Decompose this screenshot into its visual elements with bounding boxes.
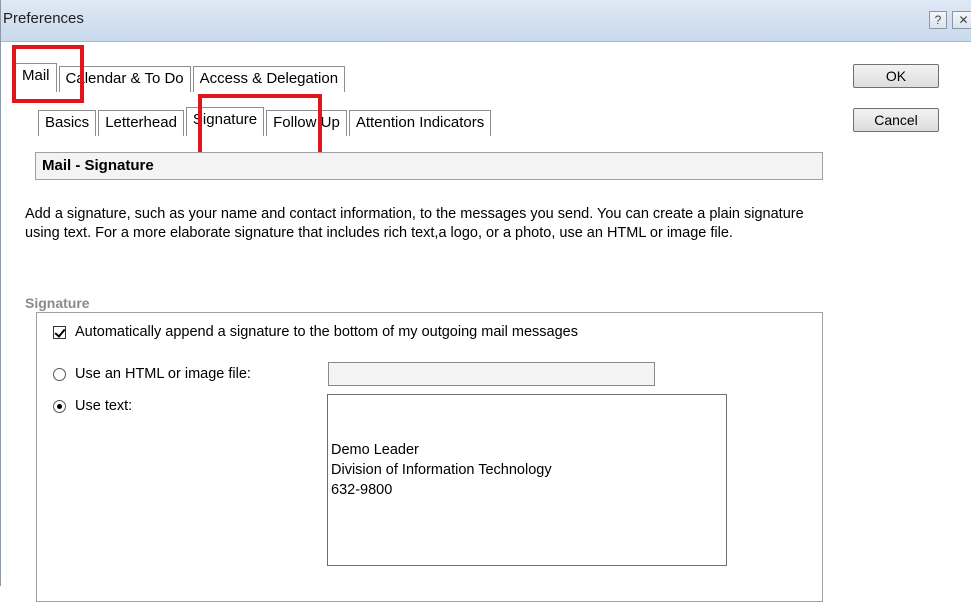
panel-description: Add a signature, such as your name and c… — [25, 206, 804, 241]
tab-access-delegation[interactable]: Access & Delegation — [192, 66, 346, 92]
close-icon[interactable]: ✕ — [952, 11, 971, 29]
html-file-label: Use an HTML or image file: — [75, 366, 251, 382]
html-file-radio[interactable] — [53, 367, 66, 381]
html-file-option[interactable]: Use an HTML or image file: — [53, 366, 251, 382]
tab-letterhead[interactable]: Letterhead — [98, 110, 184, 136]
use-text-radio[interactable] — [53, 399, 66, 413]
use-text-label: Use text: — [75, 398, 133, 414]
auto-append-row[interactable]: Automatically append a signature to the … — [53, 324, 578, 340]
signature-group-label: Signature — [25, 295, 90, 311]
html-file-input[interactable] — [328, 362, 655, 386]
auto-append-checkbox[interactable] — [53, 325, 66, 339]
ok-button[interactable]: OK — [853, 64, 939, 88]
signature-text-area[interactable]: Demo Leader Division of Information Tech… — [327, 394, 727, 566]
panel-title: Mail - Signature — [35, 152, 823, 180]
highlight-mail-tab — [12, 45, 84, 103]
auto-append-label: Automatically append a signature to the … — [75, 324, 578, 340]
help-icon[interactable]: ? — [929, 11, 947, 29]
window-title: Preferences — [3, 10, 84, 27]
title-bar: Preferences ? ✕ — [1, 0, 971, 42]
cancel-button[interactable]: Cancel — [853, 108, 939, 132]
highlight-signature-tab — [198, 94, 322, 156]
preferences-window: Preferences ? ✕ Mail Calendar & To Do Ac… — [0, 0, 971, 602]
use-text-option[interactable]: Use text: — [53, 398, 132, 414]
tab-basics[interactable]: Basics — [38, 110, 97, 136]
tab-attention-indicators[interactable]: Attention Indicators — [348, 110, 492, 136]
